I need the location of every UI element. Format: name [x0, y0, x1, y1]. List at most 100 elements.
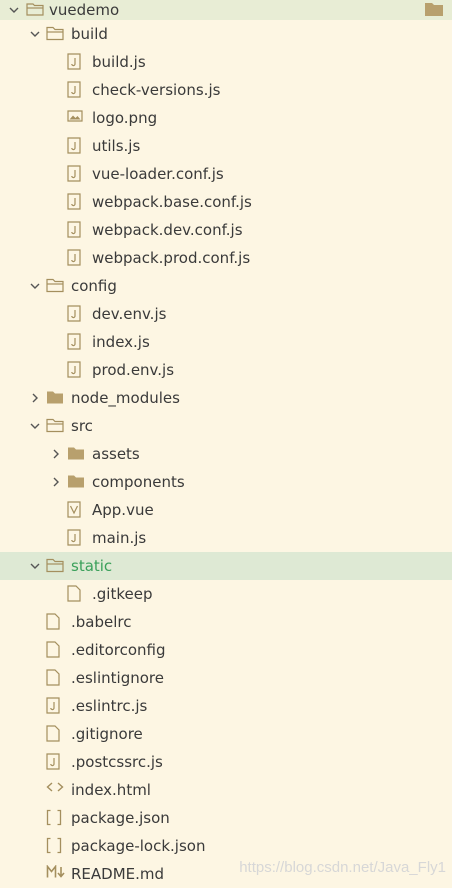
tree-item-label: src: [71, 417, 93, 435]
json-file-icon: [46, 837, 66, 855]
folder-icon: [67, 445, 87, 463]
tree-item-webpack-base-conf-js[interactable]: webpack.base.conf.js: [0, 188, 452, 216]
js-file-icon: [67, 81, 87, 99]
image-file-icon: [67, 109, 87, 127]
folder-open-icon: [46, 417, 66, 435]
json-file-icon: [46, 809, 66, 827]
tree-item-label: App.vue: [92, 501, 154, 519]
chevron-down-icon[interactable]: [8, 0, 20, 20]
js-file-icon: [46, 697, 66, 715]
file-icon: [46, 725, 66, 743]
tree-item-webpack-dev-conf-js[interactable]: webpack.dev.conf.js: [0, 216, 452, 244]
tree-item-check-versions-js[interactable]: check-versions.js: [0, 76, 452, 104]
tree-item-label: index.js: [92, 333, 150, 351]
js-file-icon: [67, 249, 87, 267]
js-file-icon: [67, 137, 87, 155]
chevron-down-icon[interactable]: [29, 552, 41, 580]
markdown-file-icon: [46, 865, 66, 883]
folder-icon[interactable]: [424, 1, 444, 22]
tree-item-build[interactable]: build: [0, 20, 452, 48]
tree-item-label: webpack.base.conf.js: [92, 193, 252, 211]
tree-item-utils-js[interactable]: utils.js: [0, 132, 452, 160]
vue-file-icon: [67, 501, 87, 519]
tree-item-label: build.js: [92, 53, 146, 71]
tree-item-build-js[interactable]: build.js: [0, 48, 452, 76]
tree-item-label: .gitkeep: [92, 585, 153, 603]
tree-item-label: package-lock.json: [71, 837, 206, 855]
tree-item-label: assets: [92, 445, 140, 463]
tree-item-label: README.md: [71, 865, 165, 883]
folder-icon: [67, 473, 87, 491]
tree-item-label: config: [71, 277, 117, 295]
tree-item-label: webpack.prod.conf.js: [92, 249, 251, 267]
tree-root-vuedemo[interactable]: vuedemo: [0, 0, 452, 20]
tree-item-label: check-versions.js: [92, 81, 221, 99]
chevron-right-icon[interactable]: [50, 468, 62, 496]
tree-item-editorconfig[interactable]: .editorconfig: [0, 636, 452, 664]
tree-item-app-vue[interactable]: App.vue: [0, 496, 452, 524]
tree-item-label: dev.env.js: [92, 305, 167, 323]
tree-item-static[interactable]: static: [0, 552, 452, 580]
tree-item-src[interactable]: src: [0, 412, 452, 440]
js-file-icon: [67, 333, 87, 351]
tree-item-package-lock-json[interactable]: package-lock.json: [0, 832, 452, 860]
tree-item-postcssrc-js[interactable]: .postcssrc.js: [0, 748, 452, 776]
tree-item-label: prod.env.js: [92, 361, 175, 379]
file-explorer-tree: vuedemo build build.js check-versions.js lo…: [0, 0, 452, 888]
tree-items: build build.js check-versions.js logo.png ut…: [0, 20, 452, 888]
tree-item-config[interactable]: config: [0, 272, 452, 300]
tree-item-label: .gitignore: [71, 725, 143, 743]
folder-open-icon: [26, 1, 46, 19]
file-icon: [67, 585, 87, 603]
tree-item-label: logo.png: [92, 109, 158, 127]
tree-item-components[interactable]: components: [0, 468, 452, 496]
tree-item-label: .eslintrc.js: [71, 697, 148, 715]
html-file-icon: [46, 781, 66, 799]
folder-open-icon: [46, 277, 66, 295]
js-file-icon: [67, 305, 87, 323]
tree-item-label: node_modules: [71, 389, 180, 407]
folder-icon: [46, 389, 66, 407]
file-icon: [46, 613, 66, 631]
tree-item-index-html[interactable]: index.html: [0, 776, 452, 804]
tree-item-label: static: [71, 557, 113, 575]
tree-item-logo-png[interactable]: logo.png: [0, 104, 452, 132]
tree-item-label: package.json: [71, 809, 170, 827]
tree-item-dev-env-js[interactable]: dev.env.js: [0, 300, 452, 328]
tree-item-prod-env-js[interactable]: prod.env.js: [0, 356, 452, 384]
tree-item-label: .postcssrc.js: [71, 753, 163, 771]
tree-item-eslintignore[interactable]: .eslintignore: [0, 664, 452, 692]
chevron-down-icon[interactable]: [29, 272, 41, 300]
folder-open-icon: [46, 25, 66, 43]
js-file-icon: [67, 193, 87, 211]
js-file-icon: [67, 165, 87, 183]
tree-item-package-json[interactable]: package.json: [0, 804, 452, 832]
tree-item-vue-loader-conf-js[interactable]: vue-loader.conf.js: [0, 160, 452, 188]
js-file-icon: [67, 221, 87, 239]
tree-item-label: utils.js: [92, 137, 141, 155]
tree-item-webpack-prod-conf-js[interactable]: webpack.prod.conf.js: [0, 244, 452, 272]
watermark-text: https://blog.csdn.net/Java_Fly1: [239, 859, 446, 876]
tree-item-assets[interactable]: assets: [0, 440, 452, 468]
tree-item-eslintrc-js[interactable]: .eslintrc.js: [0, 692, 452, 720]
js-file-icon: [67, 53, 87, 71]
tree-item-node-modules[interactable]: node_modules: [0, 384, 452, 412]
tree-item-babelrc[interactable]: .babelrc: [0, 608, 452, 636]
tree-item-label: vue-loader.conf.js: [92, 165, 224, 183]
chevron-right-icon[interactable]: [29, 384, 41, 412]
chevron-down-icon[interactable]: [29, 20, 41, 48]
chevron-right-icon[interactable]: [50, 440, 62, 468]
file-icon: [46, 669, 66, 687]
tree-item-index-js[interactable]: index.js: [0, 328, 452, 356]
chevron-down-icon[interactable]: [29, 412, 41, 440]
folder-open-icon: [46, 557, 66, 575]
tree-item-label: .editorconfig: [71, 641, 166, 659]
tree-item-main-js[interactable]: main.js: [0, 524, 452, 552]
tree-item-label: build: [71, 25, 108, 43]
tree-item-gitignore[interactable]: .gitignore: [0, 720, 452, 748]
tree-item-gitkeep[interactable]: .gitkeep: [0, 580, 452, 608]
tree-item-label: components: [92, 473, 185, 491]
tree-item-label: main.js: [92, 529, 147, 547]
js-file-icon: [67, 361, 87, 379]
tree-root-label: vuedemo: [49, 1, 120, 19]
